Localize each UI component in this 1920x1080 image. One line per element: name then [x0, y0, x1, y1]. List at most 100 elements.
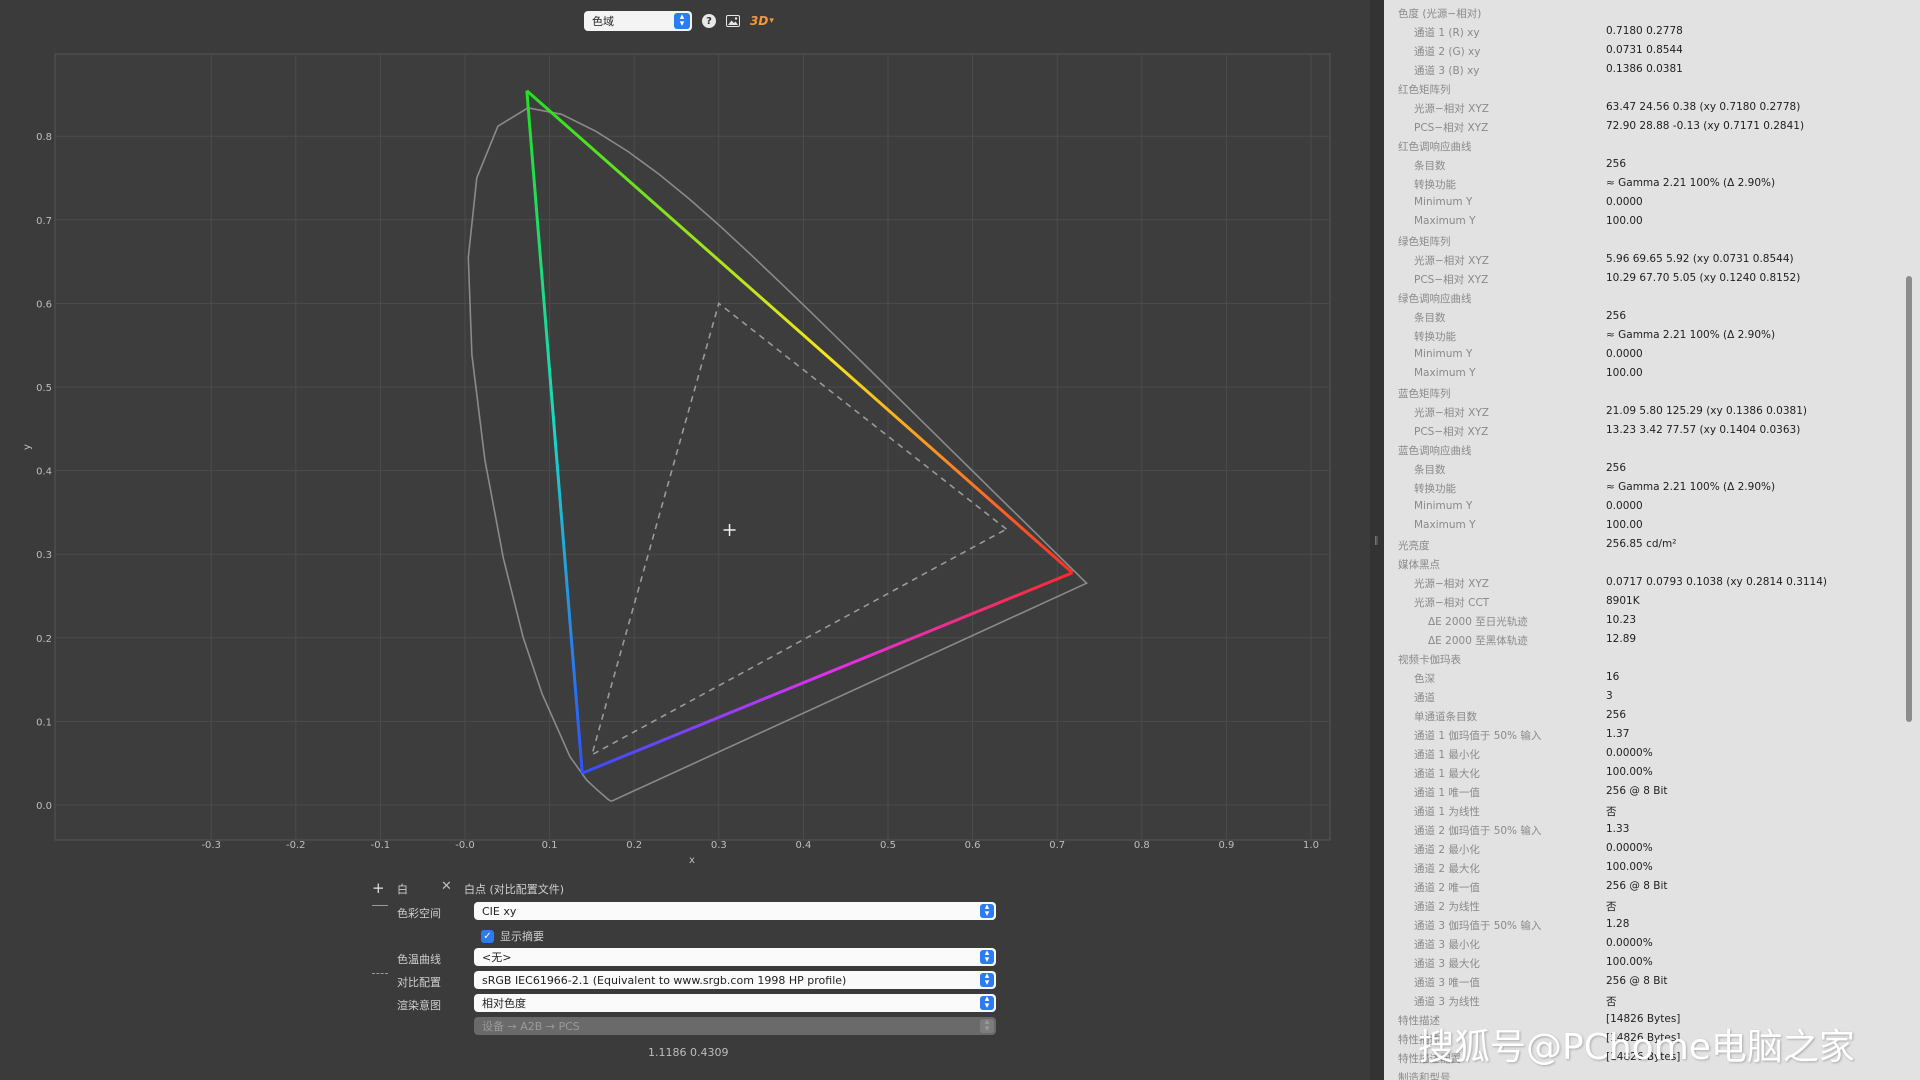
compare-profile-select[interactable]: sRGB IEC61966-2.1 (Equivalent to www.srg… — [474, 971, 996, 989]
info-label: 通道 1 伽玛值于 50% 输入 — [1414, 730, 1542, 742]
info-value: 256 — [1606, 462, 1627, 474]
info-row: 通道 2 最小化 0.0000% — [1384, 842, 1884, 861]
stepper-icon: ▴ ▾ — [674, 13, 690, 29]
info-row: 通道 1 为线性 否 — [1384, 804, 1884, 823]
info-label: ΔE 2000 至日光轨迹 — [1428, 616, 1528, 628]
info-label: Maximum Y — [1414, 215, 1476, 227]
info-label: 通道 1 (R) xy — [1414, 27, 1480, 39]
info-label: 通道 2 为线性 — [1414, 901, 1480, 913]
info-value: 1.28 — [1606, 918, 1630, 930]
info-row: 条目数 256 — [1384, 462, 1884, 481]
info-row: 通道 2 唯一值 256 @ 8 Bit — [1384, 880, 1884, 899]
info-label: 红色矩阵列 — [1398, 84, 1451, 96]
info-value: 8901K — [1606, 595, 1640, 607]
add-icon[interactable]: + — [372, 879, 385, 897]
info-row: Maximum Y 100.00 — [1384, 519, 1884, 538]
y-tick-label: 0.1 — [36, 717, 52, 728]
info-row: 条目数 256 — [1384, 158, 1884, 177]
info-label: PCS−相对 XYZ — [1414, 122, 1489, 134]
info-value: 否 — [1606, 901, 1617, 913]
info-label: Maximum Y — [1414, 519, 1476, 531]
info-row: 光源−相对 XYZ 63.47 24.56 0.38 (xy 0.7180 0.2… — [1384, 101, 1884, 120]
info-label: 通道 3 为线性 — [1414, 996, 1480, 1008]
info-label: 通道 2 最大化 — [1414, 863, 1480, 875]
watermark: 搜狐号@PChome电脑之家 — [1418, 1027, 1855, 1068]
info-value: 0.0731 0.8544 — [1606, 44, 1683, 56]
info-label: Maximum Y — [1414, 367, 1476, 379]
info-row: 通道 1 最大化 100.00% — [1384, 766, 1884, 785]
info-row: 光源−相对 XYZ 0.0717 0.0793 0.1038 (xy 0.2814… — [1384, 576, 1884, 595]
info-row: 转换功能 ≈ Gamma 2.21 100% (Δ 2.90%) — [1384, 329, 1884, 348]
info-value: 1.33 — [1606, 823, 1630, 835]
stepper-icon: ▴ ▾ — [980, 1018, 994, 1034]
info-row: 色深 16 — [1384, 671, 1884, 690]
info-row: 通道 2 为线性 否 — [1384, 899, 1884, 918]
gamut-plot[interactable]: -0.3 -0.2 -0.1 -0.0 0.1 0.2 0.3 0.4 0.5 0.6 0.7 0.8… — [0, 40, 1370, 870]
info-row: 蓝色矩阵列 — [1384, 386, 1884, 405]
info-value: 12.89 — [1606, 633, 1637, 645]
toolbar: 色域 ▴ ▾ ? 3D ▾ — [584, 10, 774, 32]
3d-icon[interactable]: 3D ▾ — [750, 14, 774, 28]
info-value: 否 — [1606, 806, 1617, 818]
info-row: PCS−相对 XYZ 72.90 28.88 -0.13 (xy 0.7171 0… — [1384, 120, 1884, 139]
info-value: ≈ Gamma 2.21 100% (Δ 2.90%) — [1606, 329, 1776, 341]
info-value: 5.96 69.65 5.92 (xy 0.0731 0.8544) — [1606, 253, 1794, 265]
info-row: 转换功能 ≈ Gamma 2.21 100% (Δ 2.90%) — [1384, 177, 1884, 196]
info-label: 通道 1 为线性 — [1414, 806, 1480, 818]
x-axis-ticks: -0.3 -0.2 -0.1 -0.0 0.1 0.2 0.3 0.4 0.5 0.6 0.7 0.8… — [201, 840, 1319, 851]
info-label: 视频卡伽玛表 — [1398, 654, 1461, 666]
image-icon[interactable] — [726, 15, 740, 27]
info-label: 绿色调响应曲线 — [1398, 293, 1472, 305]
x-tick-label: 0.2 — [626, 840, 642, 851]
stepper-icon: ▴ ▾ — [980, 995, 994, 1011]
info-label: 光亮度 — [1398, 540, 1430, 552]
info-label: 蓝色矩阵列 — [1398, 388, 1451, 400]
cct-curve-value: <无> — [482, 951, 512, 964]
x-tick-label: 1.0 — [1303, 840, 1319, 851]
info-row: 通道 2 伽玛值于 50% 输入 1.33 — [1384, 823, 1884, 842]
color-space-label: 色彩空间 — [397, 907, 441, 920]
info-value: 0.0000 — [1606, 196, 1643, 208]
help-icon[interactable]: ? — [702, 14, 716, 28]
color-space-select[interactable]: CIE xy ▴ ▾ — [474, 902, 996, 920]
info-row: 绿色调响应曲线 — [1384, 291, 1884, 310]
info-value: 0.7180 0.2778 — [1606, 25, 1683, 37]
info-value: 0.0000% — [1606, 937, 1653, 949]
info-label: 光源−相对 XYZ — [1414, 578, 1489, 590]
view-select[interactable]: 色域 ▴ ▾ — [584, 11, 692, 31]
view-select-value: 色域 — [592, 15, 614, 28]
info-row: 通道 3 最大化 100.00% — [1384, 956, 1884, 975]
x-tick-label: 0.6 — [965, 840, 981, 851]
color-space-value: CIE xy — [482, 904, 517, 918]
x-tick-label: -0.1 — [371, 840, 391, 851]
info-value: 100.00% — [1606, 956, 1653, 968]
info-label: 通道 2 (G) xy — [1414, 46, 1481, 58]
info-row: 通道 1 唯一值 256 @ 8 Bit — [1384, 785, 1884, 804]
info-label: 通道 2 唯一值 — [1414, 882, 1480, 894]
show-summary-row[interactable]: ✓ 显示摘要 — [481, 928, 544, 944]
info-label: PCS−相对 XYZ — [1414, 426, 1489, 438]
info-label: 转换功能 — [1414, 331, 1456, 343]
info-value: 100.00% — [1606, 766, 1653, 778]
pipeline-select: 设备 → A2B → PCS ▴ ▾ — [474, 1017, 996, 1035]
x-tick-label: 0.7 — [1049, 840, 1065, 851]
divider-handle-icon[interactable]: ‖ — [1374, 536, 1379, 546]
info-label: 通道 1 唯一值 — [1414, 787, 1480, 799]
plot-area — [54, 53, 1331, 841]
cct-curve-select[interactable]: <无> ▴ ▾ — [474, 948, 996, 966]
info-row: 通道 1 (R) xy 0.7180 0.2778 — [1384, 25, 1884, 44]
info-row: 通道 1 伽玛值于 50% 输入 1.37 — [1384, 728, 1884, 747]
info-label: 条目数 — [1414, 160, 1446, 172]
pipeline-value: 设备 → A2B → PCS — [482, 1020, 580, 1033]
info-value: 13.23 3.42 77.57 (xy 0.1404 0.0363) — [1606, 424, 1801, 436]
info-row: PCS−相对 XYZ 10.29 67.70 5.05 (xy 0.1240 0.… — [1384, 272, 1884, 291]
show-summary-checkbox[interactable]: ✓ — [481, 929, 494, 943]
x-tick-label: -0.2 — [286, 840, 306, 851]
info-row: Maximum Y 100.00 — [1384, 367, 1884, 386]
x-tick-label: 0.4 — [795, 840, 811, 851]
show-summary-label: 显示摘要 — [500, 930, 544, 943]
rendering-intent-select[interactable]: 相对色度 ▴ ▾ — [474, 994, 996, 1012]
close-icon[interactable]: ✕ — [441, 879, 452, 894]
info-scrollbar[interactable] — [1906, 276, 1912, 722]
info-row: Maximum Y 100.00 — [1384, 215, 1884, 234]
